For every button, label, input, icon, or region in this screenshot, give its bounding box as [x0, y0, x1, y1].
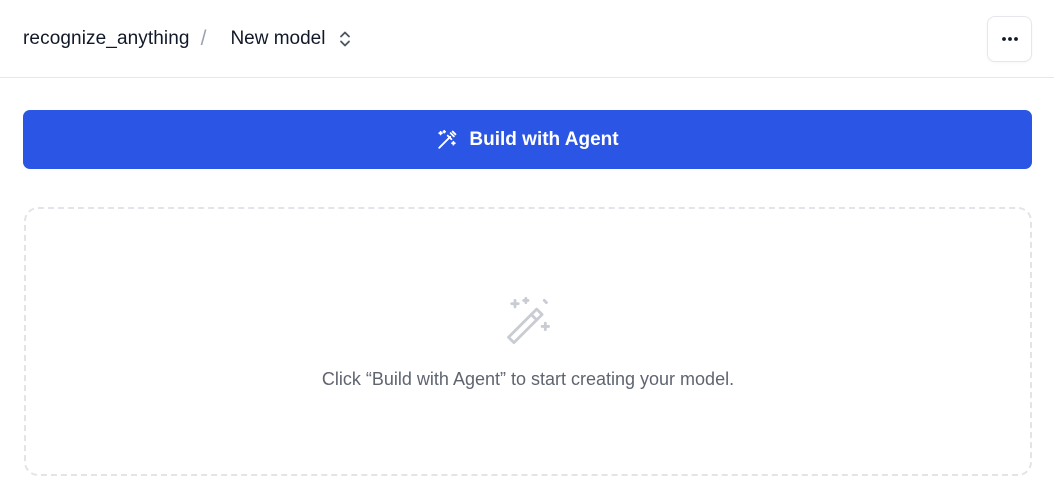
breadcrumb-project[interactable]: recognize_anything: [23, 28, 190, 50]
model-name: New model: [230, 27, 326, 49]
build-with-agent-button[interactable]: Build with Agent: [23, 110, 1032, 169]
ellipsis-horizontal-icon: [1001, 36, 1019, 42]
more-options-button[interactable]: [987, 15, 1032, 62]
breadcrumb-separator: /: [200, 26, 207, 50]
magic-wand-icon: [436, 129, 458, 151]
model-selector[interactable]: New model: [230, 28, 353, 50]
top-bar: recognize_anything / New model: [0, 0, 1054, 78]
breadcrumb: recognize_anything / New model: [23, 0, 353, 77]
empty-state-message: Click “Build with Agent” to start creati…: [321, 369, 735, 389]
magic-wand-icon: [502, 295, 554, 347]
empty-state-panel: Click “Build with Agent” to start creati…: [24, 207, 1032, 476]
build-with-agent-label: Build with Agent: [469, 128, 619, 150]
chevron-up-down-icon: [337, 28, 353, 50]
